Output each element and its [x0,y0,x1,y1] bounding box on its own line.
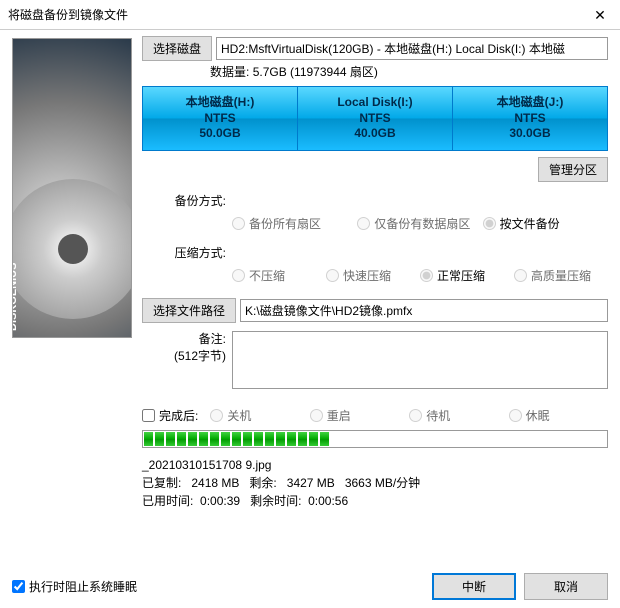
compress-fast-radio: 快速压缩 [326,267,420,284]
titlebar: 将磁盘备份到镜像文件 ✕ [0,0,620,30]
select-path-button[interactable]: 选择文件路径 [142,298,236,323]
disk-info: HD2:MsftVirtualDisk(120GB) - 本地磁盘(H:) Lo… [216,37,608,60]
brand-text: DISKGENIUS [12,263,19,331]
backup-mode-label: 备份方式: [142,192,232,209]
remark-limit: (512字节) [142,348,226,365]
after-sleep-radio: 休眠 [509,407,608,424]
after-reboot-radio: 重启 [310,407,409,424]
data-quantity: 数据量: 5.7GB (11973944 扇区) [142,61,608,86]
cancel-button[interactable]: 取消 [524,573,608,600]
status-area: _20210310151708 9.jpg 已复制: 2418 MB 剩余: 3… [142,456,608,510]
compress-normal-radio: 正常压缩 [420,267,514,284]
compress-label: 压缩方式: [142,244,232,261]
stop-button[interactable]: 中断 [432,573,516,600]
remark-textarea[interactable] [232,331,608,389]
select-disk-button[interactable]: 选择磁盘 [142,36,212,61]
partition-item[interactable]: Local Disk(I:) NTFS 40.0GB [298,87,453,150]
partition-item[interactable]: 本地磁盘(H:) NTFS 50.0GB [143,87,298,150]
after-standby-radio: 待机 [409,407,508,424]
disk-image: DISKGENIUS [12,38,132,338]
sidebar: DISKGENIUS [0,30,142,565]
window-title: 将磁盘备份到镜像文件 [8,0,128,30]
prevent-sleep-checkbox[interactable]: 执行时阻止系统睡眠 [12,578,137,595]
progress-bar [142,430,608,448]
after-shutdown-radio: 关机 [210,407,309,424]
after-checkbox[interactable]: 完成后: [142,407,198,424]
current-file: _20210310151708 9.jpg [142,456,608,474]
backup-file-radio: 按文件备份 [483,215,608,232]
close-button[interactable]: ✕ [580,0,620,30]
partition-map[interactable]: 本地磁盘(H:) NTFS 50.0GB Local Disk(I:) NTFS… [142,86,608,151]
backup-all-radio: 备份所有扇区 [232,215,357,232]
path-value: K:\磁盘镜像文件\HD2镜像.pmfx [240,299,608,322]
compress-none-radio: 不压缩 [232,267,326,284]
manage-partition-button[interactable]: 管理分区 [538,157,608,182]
compress-high-radio: 高质量压缩 [514,267,608,284]
remark-label: 备注: [142,331,226,348]
backup-data-radio: 仅备份有数据扇区 [357,215,482,232]
partition-item[interactable]: 本地磁盘(J:) NTFS 30.0GB [453,87,607,150]
